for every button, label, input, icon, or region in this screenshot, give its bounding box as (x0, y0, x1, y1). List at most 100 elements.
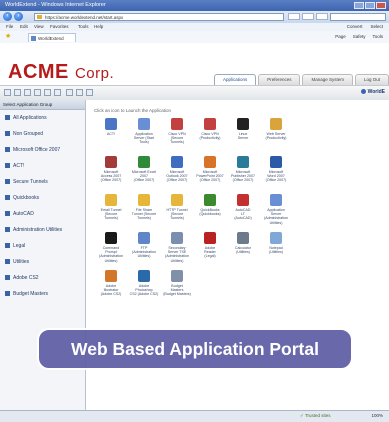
browser-tab[interactable]: WorldExtend (28, 32, 76, 42)
sidebar-item-secure-tunnels[interactable]: Secure Tunnels (5, 178, 48, 186)
menu-view[interactable]: View (34, 23, 44, 31)
app-tile[interactable]: Email Tunnel (Secure Tunnels) (96, 194, 126, 221)
minimize-button[interactable] (354, 2, 364, 9)
app-tile[interactable]: Microsoft Outlook 2007 (Office 2007) (162, 156, 192, 183)
zoom-level[interactable]: 100% (371, 411, 383, 421)
app-tile[interactable]: Notepad (Utilities) (261, 232, 291, 254)
tab-applications[interactable]: Applications (213, 74, 257, 85)
app-tile[interactable]: Calculator (Utilities) (228, 232, 258, 254)
app-icon (138, 156, 150, 168)
back-button[interactable]: ‹ (3, 12, 12, 21)
app-tile[interactable]: Cisco VPN (Productivity) (195, 118, 225, 140)
forward-button[interactable]: › (14, 12, 23, 21)
sidebar-item-utilities[interactable]: Utilities (5, 258, 29, 266)
lock-icon (37, 15, 42, 19)
app-tile[interactable]: Web Server (Productivity) (261, 118, 291, 140)
app-tile[interactable]: File Share Tunnel (Secure Tunnels) (129, 194, 159, 221)
toolbar-icon[interactable] (86, 89, 93, 96)
search-input[interactable] (330, 12, 386, 21)
app-tile[interactable]: Adobe Photoshop CS2 (Adobe CS2) (129, 270, 159, 297)
app-tile[interactable]: Budget Masters (Budget Masters) (162, 270, 192, 297)
address-text: https://acme.worldextend.net/start.aspx (45, 14, 124, 20)
app-tile[interactable]: Microsoft Publisher 2007 (Office 2007) (228, 156, 258, 183)
menu-edit[interactable]: Edit (20, 23, 28, 31)
app-tile[interactable]: ACT! (96, 118, 126, 136)
sidebar-item-autocad[interactable]: AutoCAD (5, 210, 34, 218)
app-label: Tunnels) (104, 216, 118, 221)
app-icon (138, 270, 150, 282)
group-icon (5, 146, 10, 152)
toolbar-icon[interactable] (24, 89, 31, 96)
app-icon (138, 118, 150, 130)
app-label: (Productivity) (199, 136, 221, 141)
sidebar-item-adobe-cs2[interactable]: Adobe CS2 (5, 274, 39, 282)
menu-help[interactable]: Help (94, 23, 103, 31)
app-tile[interactable]: FTP (Administration Utilities) (129, 232, 159, 259)
sidebar-item-legal[interactable]: Legal (5, 242, 25, 250)
menu-file[interactable]: File (6, 23, 13, 31)
app-tile[interactable]: Linux Server (228, 118, 258, 140)
tab-preferences[interactable]: Preferences (258, 74, 301, 85)
sidebar-item-act[interactable]: ACT! (5, 162, 24, 170)
toolbar-icon[interactable] (76, 89, 83, 96)
toolbar-icon[interactable] (34, 89, 41, 96)
sidebar-item-budget-masters[interactable]: Budget Masters (5, 290, 48, 298)
tab-log-out[interactable]: Log Out (354, 74, 389, 85)
app-label: (Adobe CS2) (100, 292, 122, 297)
sidebar-item-label: Adobe CS2 (13, 275, 39, 281)
app-tile[interactable]: Cisco VPN (Secure Tunnels) (162, 118, 192, 145)
live-search-icon[interactable] (316, 13, 328, 20)
app-tile[interactable]: Adobe Illustrator (Adobe CS2) (96, 270, 126, 297)
sidebar-item-non-grouped[interactable]: Non Grouped (5, 130, 43, 138)
maximize-button[interactable] (365, 2, 375, 9)
sidebar-header: Select Application Group (0, 100, 85, 110)
app-tile[interactable]: HTTP Tunnel (Secure Tunnels) (162, 194, 192, 221)
app-tile[interactable]: Microsoft Excel 2007 (Office 2007) (129, 156, 159, 183)
app-icon (270, 194, 282, 206)
toolbar-icon[interactable] (4, 89, 11, 96)
select-button[interactable]: Select (370, 23, 383, 31)
sidebar-item-administration-utilities[interactable]: Administration Utilities (5, 226, 62, 234)
tab-manage-system[interactable]: Manage System (302, 74, 353, 85)
app-tile[interactable]: Application Server (Start Tools) (129, 118, 159, 145)
app-tile[interactable]: Microsoft Word 2007 (Office 2007) (261, 156, 291, 183)
app-tile[interactable]: Command Prompt (Administration Utilities) (96, 232, 126, 263)
app-label: (Productivity) (265, 136, 287, 141)
app-icon (237, 194, 249, 206)
app-icon (270, 156, 282, 168)
app-tile[interactable]: AutoCAD LT (AutoCAD) (228, 194, 258, 221)
safety-menu[interactable]: Safety (353, 33, 366, 41)
toolbar-icon[interactable] (54, 89, 61, 96)
sidebar-item-label: ACT! (13, 163, 25, 169)
app-tile[interactable]: Adobe Reader (Legal) (195, 232, 225, 259)
toolbar-icon[interactable] (66, 89, 73, 96)
tools-menu[interactable]: Tools (372, 33, 383, 41)
sidebar-item-label: Non Grouped (13, 131, 44, 137)
app-icon (138, 232, 150, 244)
menu-tools[interactable]: Tools (78, 23, 89, 31)
stop-button[interactable] (302, 13, 314, 20)
close-button[interactable] (376, 2, 386, 9)
app-tile[interactable]: Microsoft Access 2007 (Office 2007) (96, 156, 126, 183)
toolbar-icon[interactable] (14, 89, 21, 96)
menu-favorites[interactable]: Favorites (50, 23, 69, 31)
address-field[interactable]: https://acme.worldextend.net/start.aspx (34, 12, 284, 21)
refresh-button[interactable] (288, 13, 300, 20)
app-icon (237, 118, 249, 130)
app-tile[interactable]: Microsoft PowerPoint 2007 (Office 2007) (195, 156, 225, 183)
toolbar-icon[interactable] (44, 89, 51, 96)
favorites-star-icon[interactable]: ★ (5, 33, 11, 41)
app-label: (Office 2007) (232, 178, 254, 183)
sidebar-item-all-applications[interactable]: All Applications (5, 114, 47, 122)
sidebar-item-label: All Applications (13, 115, 47, 121)
group-icon (5, 130, 10, 136)
sidebar-item-microsoft-office-2007[interactable]: Microsoft Office 2007 (5, 146, 60, 154)
app-tile[interactable]: Application Server (Administration Utiliti… (261, 194, 291, 225)
app-tile[interactable]: QuickBooks (Quickbooks) (195, 194, 225, 216)
convert-button[interactable]: Convert (347, 23, 363, 31)
app-icon (270, 118, 282, 130)
app-tile[interactable]: Secondary Server TSE (Administration Utili… (162, 232, 192, 263)
app-label: (Administration Utilities) (165, 254, 189, 263)
page-menu[interactable]: Page (335, 33, 346, 41)
sidebar-item-quickbooks[interactable]: Quickbooks (5, 194, 39, 202)
